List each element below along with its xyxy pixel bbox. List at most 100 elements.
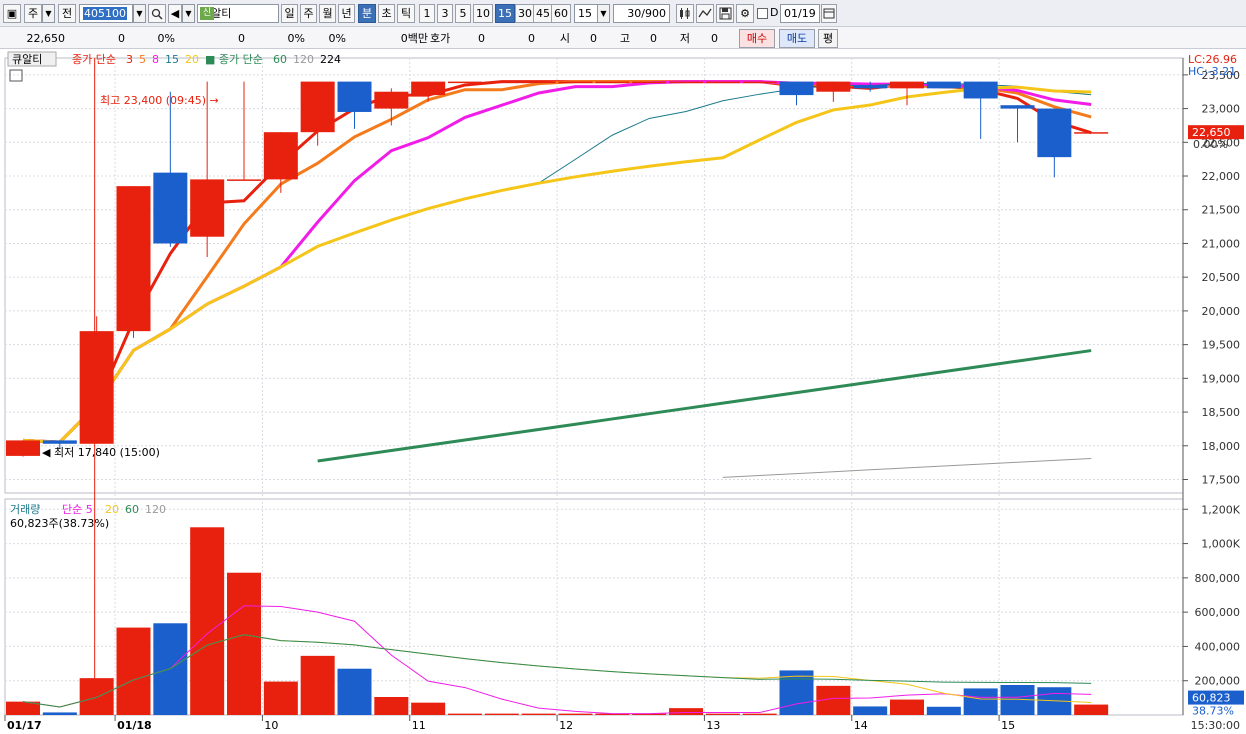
save-icon[interactable] xyxy=(716,4,734,23)
chart-area[interactable]: 23,500 23,000 22,500 22,000 21,500 21,000 20,5… xyxy=(0,50,1246,734)
interval-15-button[interactable]: 15 xyxy=(495,4,515,23)
period-year-button[interactable]: 년 xyxy=(338,4,355,23)
legend-ma-period: 8 xyxy=(152,53,159,66)
interval-60-button[interactable]: 60 xyxy=(551,4,571,23)
candle-body xyxy=(595,81,630,84)
candle-body xyxy=(116,186,151,332)
interval-1-button[interactable]: 1 xyxy=(419,4,435,23)
candle-body xyxy=(521,81,556,84)
price-tick-label: 22,000 xyxy=(1202,170,1241,183)
period-second-button[interactable]: 초 xyxy=(378,4,395,23)
interval-dropdown-icon[interactable]: ▼ xyxy=(597,4,610,23)
volume-bar xyxy=(963,688,998,715)
current-price: 22,650 xyxy=(26,32,66,45)
volume-tick-label: 1,200K xyxy=(1201,503,1240,516)
market-select[interactable]: 주 xyxy=(24,4,42,23)
x-last-time-label: 15:30:00 xyxy=(1191,719,1240,732)
volume-bar xyxy=(116,627,151,715)
candle-type-icon[interactable] xyxy=(676,4,694,23)
low-value: 0 xyxy=(711,32,718,45)
legend-ma-period-2: 60 xyxy=(273,53,287,66)
price-tick-label: 17,500 xyxy=(1202,474,1241,487)
stock-code-input[interactable]: 405100 xyxy=(79,4,133,23)
legend-ma-period: 20 xyxy=(185,53,199,66)
period-day-button[interactable]: 일 xyxy=(281,4,298,23)
period-week-button[interactable]: 주 xyxy=(300,4,317,23)
x-tick-label: 10 xyxy=(264,719,278,732)
quote-bar: 22,650 0 0% 0 0% 0% 0백만 호가 0 0 시 0 고 0 저… xyxy=(0,27,1246,49)
candle-body xyxy=(448,81,482,84)
date-input[interactable]: 01/19 xyxy=(780,4,820,23)
count-field[interactable]: 30/900 xyxy=(613,4,670,23)
price-tick-label: 18,500 xyxy=(1202,406,1241,419)
volume-tick-label: 400,000 xyxy=(1195,640,1241,653)
volume-bar xyxy=(300,655,335,715)
price-panel xyxy=(4,57,1184,494)
stock-name-field[interactable]: 신 큐알티 xyxy=(197,4,279,23)
search-icon[interactable] xyxy=(148,4,166,23)
volume-bar xyxy=(521,713,556,715)
candle-body xyxy=(890,81,924,89)
interval-5-button[interactable]: 5 xyxy=(455,4,471,23)
sell-button[interactable]: 매도 xyxy=(779,29,815,48)
interval-30-button[interactable]: 30 xyxy=(515,4,535,23)
volume-legend-period: 20 xyxy=(105,503,119,516)
buy-button[interactable]: 매수 xyxy=(739,29,775,48)
line-tool-icon[interactable] xyxy=(696,4,714,23)
price-change: 0 xyxy=(118,32,125,45)
interval-45-button[interactable]: 45 xyxy=(533,4,553,23)
avg-button[interactable]: 평 xyxy=(818,29,838,48)
hoga-label: 호가 xyxy=(430,32,451,45)
hoga-value-b: 0 xyxy=(528,32,535,45)
volume-tick-label: 600,000 xyxy=(1195,606,1241,619)
legend-ma-period-2: 120 xyxy=(293,53,314,66)
period-month-button[interactable]: 월 xyxy=(319,4,336,23)
stock-code-value: 405100 xyxy=(83,7,127,20)
stock-chart[interactable]: 23,50023,00022,50022,00021,50021,00020,5… xyxy=(0,50,1246,734)
price-change-pct: 0% xyxy=(157,32,175,45)
sound-icon[interactable]: ◀ xyxy=(168,4,182,23)
chart-settings-icon[interactable]: ▣ xyxy=(3,4,21,23)
volume-bar xyxy=(742,713,777,715)
interval-3-button[interactable]: 3 xyxy=(437,4,453,23)
x-tick-label: 15 xyxy=(1001,719,1015,732)
volume-legend-period: 120 xyxy=(145,503,166,516)
candle-body xyxy=(1074,132,1109,134)
candle-body xyxy=(1000,105,1035,109)
code-dropdown-icon[interactable]: ▼ xyxy=(133,4,146,23)
d-checkbox[interactable] xyxy=(757,8,768,19)
interval-10-button[interactable]: 10 xyxy=(473,4,493,23)
volume-bar xyxy=(669,708,703,715)
volume-bar xyxy=(926,706,961,715)
amount-pct: 0% xyxy=(328,32,346,45)
volume-value: 0 xyxy=(238,32,245,45)
period-minute-button[interactable]: 분 xyxy=(358,4,376,23)
volume-bar xyxy=(1074,704,1109,715)
scope-button[interactable]: 전 xyxy=(58,4,76,23)
hc-label: HC:-3.21 xyxy=(1188,65,1236,78)
legend-ma-label-2: ■ 종가 단순 xyxy=(205,53,263,66)
legend-ma-period: 15 xyxy=(165,53,179,66)
candle-body xyxy=(779,81,814,96)
zero-pct-label: 0.00% xyxy=(1193,138,1228,151)
market-dropdown-icon[interactable]: ▼ xyxy=(42,4,55,23)
volume-bar xyxy=(853,706,888,715)
sound-dropdown-icon[interactable]: ▼ xyxy=(182,4,195,23)
x-tick-label: 01/18 xyxy=(117,719,152,732)
period-tick-button[interactable]: 틱 xyxy=(397,4,415,23)
calendar-icon[interactable] xyxy=(821,4,837,23)
volume-bar xyxy=(705,713,740,715)
x-tick-label: 14 xyxy=(854,719,868,732)
candle-body xyxy=(227,179,261,181)
candle-body xyxy=(263,132,298,180)
open-value: 0 xyxy=(590,32,597,45)
volume-bar xyxy=(558,713,593,715)
interval-input[interactable]: 15 xyxy=(574,4,598,23)
volume-bar xyxy=(337,668,372,715)
gear-icon[interactable]: ⚙ xyxy=(736,4,754,23)
volume-tick-label: 800,000 xyxy=(1195,572,1241,585)
candle-body xyxy=(669,81,703,84)
volume-tick-label: 1,000K xyxy=(1201,538,1240,551)
low-label: 저 xyxy=(679,32,690,45)
candle-body xyxy=(190,179,225,237)
